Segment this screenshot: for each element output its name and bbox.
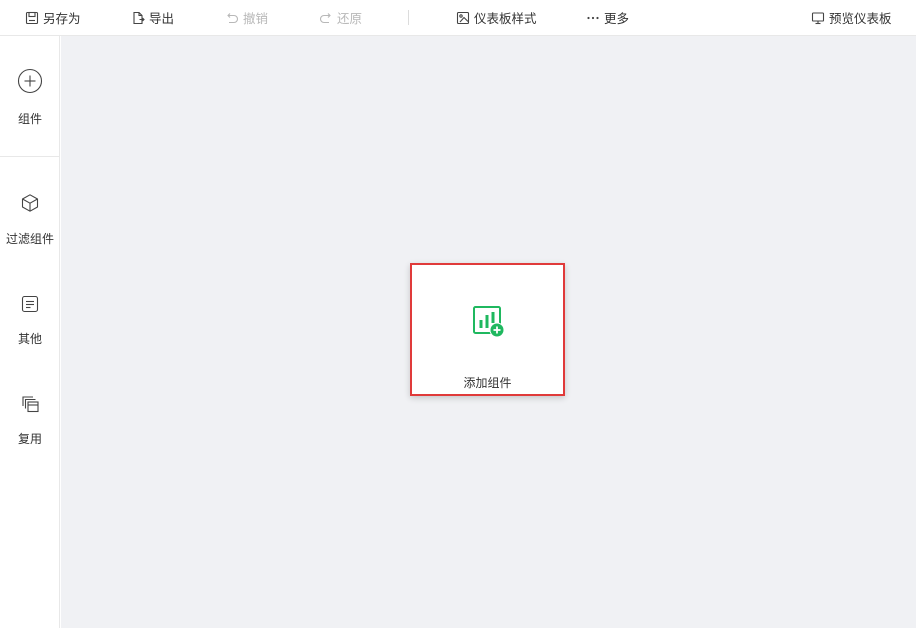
dashboard-style-button[interactable]: 仪表板样式 <box>456 0 537 35</box>
more-button[interactable]: 更多 <box>586 0 629 35</box>
preview-dashboard-button[interactable]: 预览仪表板 <box>811 0 892 35</box>
undo-icon <box>225 11 239 25</box>
document-icon <box>20 294 40 314</box>
layers-icon <box>20 394 40 414</box>
sidebar-divider <box>0 156 60 157</box>
undo-label: 撤销 <box>243 11 269 26</box>
sidebar-item-label: 过滤组件 <box>5 232 54 246</box>
sidebar-item-reuse[interactable]: 复用 <box>0 394 60 447</box>
sidebar-item-components[interactable]: 组件 <box>0 68 60 127</box>
undo-button[interactable]: 撤销 <box>225 0 268 35</box>
export-button[interactable]: 导出 <box>131 0 174 35</box>
save-as-button[interactable]: 另存为 <box>25 0 81 35</box>
save-as-label: 另存为 <box>43 11 81 26</box>
export-label: 导出 <box>149 11 175 26</box>
toolbar-divider <box>408 10 409 25</box>
sidebar: 组件 过滤组件 其他 复用 <box>0 36 60 628</box>
dashboard-style-label: 仪表板样式 <box>474 11 537 26</box>
sidebar-item-filter-components[interactable]: 过滤组件 <box>0 193 60 247</box>
cube-icon <box>20 193 40 213</box>
sidebar-item-other[interactable]: 其他 <box>0 294 60 347</box>
sidebar-item-label: 复用 <box>17 432 42 446</box>
sidebar-item-label: 组件 <box>17 112 42 126</box>
sidebar-item-label: 其他 <box>17 332 42 346</box>
redo-icon <box>319 11 333 25</box>
preview-dashboard-label: 预览仪表板 <box>829 11 892 26</box>
more-icon <box>586 11 600 25</box>
redo-label: 还原 <box>337 11 363 26</box>
palette-icon <box>456 11 470 25</box>
save-icon <box>25 11 39 25</box>
plus-circle-icon <box>17 68 43 94</box>
add-component-card[interactable]: 添加组件 <box>410 263 565 396</box>
more-label: 更多 <box>604 11 630 26</box>
chart-add-icon <box>472 305 506 339</box>
toolbar: 另存为 导出 撤销 还原 仪表板样式 更多 预览仪表板 <box>0 0 916 36</box>
add-component-label: 添加组件 <box>463 376 512 390</box>
monitor-icon <box>811 11 825 25</box>
export-icon <box>131 11 145 25</box>
redo-button[interactable]: 还原 <box>319 0 362 35</box>
